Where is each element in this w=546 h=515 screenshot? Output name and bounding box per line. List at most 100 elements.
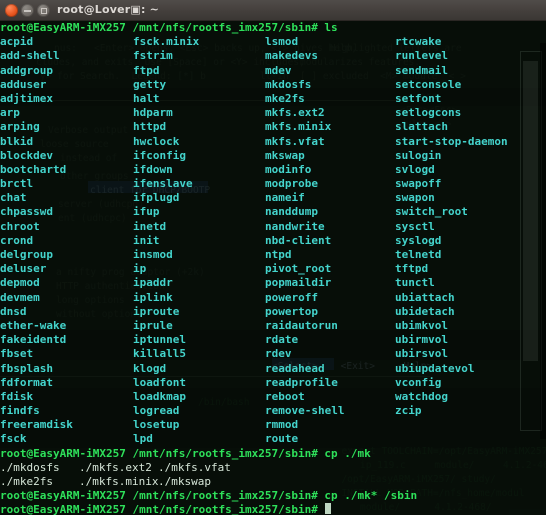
ls-entry: halt xyxy=(133,91,160,105)
ls-entry: readahead xyxy=(265,361,325,375)
ls-entry: ifconfig xyxy=(133,148,186,162)
ls-entry: ipaddr xyxy=(133,276,173,290)
ls-entry: ifplugd xyxy=(133,191,180,205)
ls-entry: loadkmap xyxy=(133,389,186,403)
ls-entry: slattach xyxy=(395,120,448,134)
ls-entry: fbsplash xyxy=(0,361,53,375)
ls-output-row: adduser getty mkdosfs setconsole xyxy=(0,78,546,92)
ls-output-row: crond init nbd-client syslogd xyxy=(0,234,546,248)
ls-entry: crond xyxy=(0,233,34,247)
ls-entry: reboot xyxy=(265,389,305,403)
ls-entry: fbset xyxy=(0,347,34,361)
ls-entry: mkfs.vfat xyxy=(265,134,325,148)
ls-entry: acpid xyxy=(0,35,34,49)
ls-entry: adjtimex xyxy=(0,91,53,105)
ls-entry: nanddump xyxy=(265,205,318,219)
ls-output-row: adjtimex halt mke2fs setfont xyxy=(0,92,546,106)
ls-entry: ubimkvol xyxy=(395,318,448,332)
ls-entry: poweroff xyxy=(265,290,318,304)
ls-entry: chat xyxy=(0,191,27,205)
terminal-window[interactable]: root@Lover▣: ~ root@EasyARM-iMX257 /mnt/… xyxy=(0,0,546,515)
window-controls[interactable] xyxy=(5,4,50,17)
ls-entry: syslogd xyxy=(395,233,442,247)
ls-entry: ubiupdatevol xyxy=(395,361,475,375)
completion-entry: ./mkfs.vfat xyxy=(158,460,231,474)
ls-entry: route xyxy=(265,432,299,446)
ls-output-row: chroot inetd nandwrite sysctl xyxy=(0,220,546,234)
ls-entry: blkid xyxy=(0,134,34,148)
ls-entry: tunctl xyxy=(395,276,435,290)
ls-entry: ubidetach xyxy=(395,304,455,318)
ls-entry: ubirsvol xyxy=(395,347,448,361)
ls-output-row: fsck lpd route xyxy=(0,432,546,446)
ls-entry: mkswap xyxy=(265,148,305,162)
close-icon[interactable] xyxy=(5,4,18,17)
terminal-body[interactable]: root@EasyARM-iMX257 /mnt/nfs/rootfs_imx2… xyxy=(0,21,546,515)
ls-output-row: arping httpd mkfs.minix slattach xyxy=(0,120,546,134)
ls-output-row: add-shell fstrim makedevs runlevel xyxy=(0,49,546,63)
ls-entry: fsck.minix xyxy=(133,35,200,49)
ls-entry: inetd xyxy=(133,219,167,233)
ls-entry: tftpd xyxy=(395,262,429,276)
completion-entry: ./mkswap xyxy=(158,475,211,488)
terminal-line: root@EasyARM-iMX257 /mnt/nfs/rootfs_imx2… xyxy=(0,447,546,461)
ls-entry: ntpd xyxy=(265,248,292,261)
ls-entry: init xyxy=(133,233,160,247)
ls-entry: sendmail xyxy=(395,63,448,77)
ls-entry: setconsole xyxy=(395,77,462,91)
ls-entry: insmod xyxy=(133,248,173,261)
ls-entry: brctl xyxy=(0,177,34,191)
ls-output-row: chpasswd ifup nanddump switch_root xyxy=(0,205,546,219)
ls-output-row: depmod ipaddr popmaildir tunctl xyxy=(0,276,546,290)
ls-entry: telnetd xyxy=(395,248,442,261)
ls-entry: mkfs.minix xyxy=(265,120,332,134)
ls-entry: fdformat xyxy=(0,375,53,389)
ls-entry: fstrim xyxy=(133,49,173,63)
ls-output-row: bootchartd ifdown modinfo svlogd xyxy=(0,163,546,177)
ls-entry: arping xyxy=(0,120,40,134)
command-cp-partial: cp ./mk xyxy=(317,446,371,460)
ls-entry: fsck xyxy=(0,432,27,446)
minimize-icon[interactable] xyxy=(21,4,34,17)
ls-output-row: fdisk loadkmap reboot watchdog xyxy=(0,390,546,404)
ls-entry: iprule xyxy=(133,318,173,332)
terminal-screen[interactable]: root@EasyARM-iMX257 /mnt/nfs/rootfs_imx2… xyxy=(0,21,546,515)
text-cursor xyxy=(324,503,332,515)
title-bar[interactable]: root@Lover▣: ~ xyxy=(0,0,546,21)
ls-output-row: delgroup insmod ntpd telnetd xyxy=(0,248,546,262)
ls-entry: deluser xyxy=(0,262,47,276)
ls-entry: iproute xyxy=(133,304,180,318)
ls-entry: vconfig xyxy=(395,375,442,389)
ls-entry: arp xyxy=(0,106,20,120)
ls-entry: chpasswd xyxy=(0,205,53,219)
ls-output-row: ether-wake iprule raidautorun ubimkvol xyxy=(0,319,546,333)
ls-entry: rdate xyxy=(265,333,299,347)
shell-prompt: root@EasyARM-iMX257 /mnt/nfs/rootfs_imx2… xyxy=(0,489,318,503)
maximize-icon[interactable] xyxy=(37,4,50,17)
ls-entry: fdisk xyxy=(0,389,34,403)
shell-prompt: root@EasyARM-iMX257 /mnt/nfs/rootfs_imx2… xyxy=(0,503,318,515)
ls-entry: loadfont xyxy=(133,375,186,389)
window-title: root@Lover▣: ~ xyxy=(57,3,160,16)
ls-entry: lpd xyxy=(133,432,153,446)
ls-entry: nbd-client xyxy=(265,233,332,247)
ls-output-row: arp hdparm mkfs.ext2 setlogcons xyxy=(0,106,546,120)
ls-entry: makedevs xyxy=(265,49,318,63)
ls-entry: raidautorun xyxy=(265,318,338,332)
ls-entry: ftpd xyxy=(133,63,160,77)
ls-output-row: fbsplash klogd readahead ubiupdatevol xyxy=(0,362,546,376)
ls-entry: switch_root xyxy=(395,205,468,219)
ls-output-row: devmem iplink poweroff ubiattach xyxy=(0,291,546,305)
ls-entry: svlogd xyxy=(395,162,435,176)
ls-entry: sysctl xyxy=(395,219,435,233)
ls-entry: add-shell xyxy=(0,49,60,63)
ls-entry: nandwrite xyxy=(265,219,325,233)
ls-entry: devmem xyxy=(0,290,40,304)
completion-row: ./mkdosfs ./mkfs.ext2 ./mkfs.vfat xyxy=(0,461,546,475)
terminal-line: root@EasyARM-iMX257 /mnt/nfs/rootfs_imx2… xyxy=(0,489,546,503)
shell-prompt: root@EasyARM-iMX257 /mnt/nfs/rootfs_imx2… xyxy=(0,446,318,460)
ls-entry: delgroup xyxy=(0,248,53,261)
completion-entry: ./mke2fs xyxy=(0,475,53,488)
ls-entry: modinfo xyxy=(265,162,312,176)
terminal-line: root@EasyARM-iMX257 /mnt/nfs/rootfs_imx2… xyxy=(0,21,546,35)
